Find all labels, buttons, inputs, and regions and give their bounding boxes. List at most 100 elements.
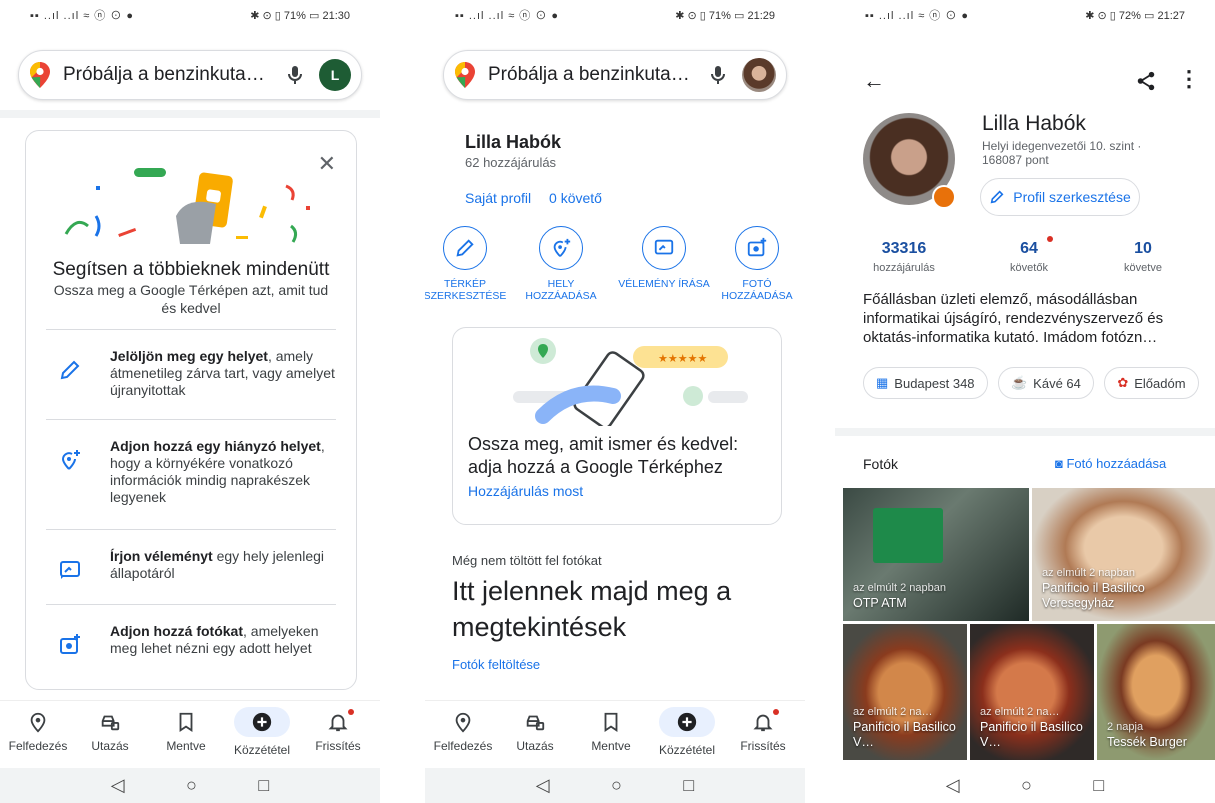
location-pin-icon: [30, 712, 46, 733]
photo-tile[interactable]: az elmúlt 2 na… Panificio il Basilico V…: [843, 624, 967, 760]
edit-pencil-icon: [456, 239, 474, 257]
account-avatar[interactable]: L: [319, 59, 351, 91]
account-avatar-photo[interactable]: [742, 58, 776, 92]
card-title: Segítsen a többieknek mindenütt: [52, 259, 330, 280]
more-options-icon[interactable]: ⋮: [1178, 66, 1200, 92]
photo-tile[interactable]: az elmúlt 2 napban OTP ATM: [843, 488, 1029, 621]
add-circle-icon: [677, 712, 697, 732]
chip-budapest[interactable]: ▦ Budapest 348: [863, 367, 988, 399]
search-bar[interactable]: Próbálja a benzinkuta… L: [18, 50, 362, 100]
recents-icon[interactable]: □: [683, 775, 694, 796]
nav-explore[interactable]: Felfedezés: [0, 711, 76, 753]
add-photo-link[interactable]: ◙ Fotó hozzáadása: [1055, 456, 1166, 471]
chip-performer[interactable]: ✿ Előadóm: [1104, 367, 1199, 399]
location-pin-icon: [455, 712, 471, 733]
followers-dot: [1047, 236, 1053, 242]
phone-profile-screen: ▪▪ ..ıl ..ıl ≈ ⓝ ⊙ ● ✱ ⊙ ▯ 71% ▭ 21:29 P…: [425, 0, 805, 803]
edit-pencil-icon: [60, 360, 80, 380]
local-guide-level: Helyi idegenvezetői 10. szint · 168087 p…: [982, 139, 1142, 167]
add-place-icon: [61, 450, 80, 470]
status-right: ✱ ⊙ ▯ 71% ▭ 21:29: [675, 9, 775, 22]
list-item-add-place[interactable]: Adjon hozzá egy hiányzó helyet, hogy a k…: [46, 419, 336, 529]
notification-dot: [773, 709, 779, 715]
own-profile-link[interactable]: Saját profil: [465, 190, 531, 206]
add-place-action[interactable]: HELY HOZZÁADÁSA: [513, 226, 609, 302]
review-icon: [60, 561, 80, 579]
maps-pin-icon: [30, 62, 50, 88]
edit-profile-button[interactable]: Profil szerkesztése: [980, 178, 1140, 216]
profile-name: Lilla Habók: [465, 132, 562, 152]
phone-public-profile-screen: ▪▪ ..ıl ..ıl ≈ ⓝ ⊙ ● ✱ ⊙ ▯ 72% ▭ 21:27 ←…: [835, 0, 1215, 803]
contribute-card: ✕ Segítsen a többieknek mindenütt Ossza …: [25, 130, 357, 690]
system-nav-bar: ◁ ○ □: [425, 768, 805, 803]
add-photo-icon: [60, 634, 80, 654]
search-placeholder[interactable]: Próbálja a benzinkuta…: [51, 64, 283, 86]
back-arrow-icon[interactable]: ←: [863, 68, 885, 94]
divider: [835, 428, 1215, 436]
contribute-now-link[interactable]: Hozzájárulás most: [468, 483, 583, 499]
views-placeholder-text: Itt jelennek majd meg a megtekintések: [452, 576, 732, 642]
add-photo-action[interactable]: FOTÓ HOZZÁADÁSA: [709, 226, 805, 302]
active-pill: [659, 707, 715, 737]
upload-photos-link[interactable]: Fotók feltöltése: [452, 657, 540, 672]
followers-link[interactable]: 0 követő: [549, 190, 602, 206]
svg-text:★★★★★: ★★★★★: [658, 352, 707, 365]
notification-dot: [348, 709, 354, 715]
photo-tile[interactable]: az elmúlt 2 napban Panificio il Basilico …: [1032, 488, 1215, 621]
microphone-icon[interactable]: [706, 63, 730, 87]
share-card: ★★★★★ Ossza meg, amit ismer és kedvel: a…: [452, 327, 782, 525]
home-icon[interactable]: ○: [1021, 775, 1032, 796]
microphone-icon[interactable]: [283, 63, 307, 87]
nav-contribute[interactable]: Közzététel: [649, 707, 725, 757]
back-icon[interactable]: ◁: [536, 775, 550, 796]
status-bar: ▪▪ ..ıl ..ıl ≈ ⓝ ⊙ ● ✱ ⊙ ▯ 72% ▭ 21:27: [835, 0, 1215, 30]
nav-travel[interactable]: Utazás: [497, 711, 573, 753]
stat-contributions[interactable]: 33316 hozzájárulás: [849, 240, 959, 274]
city-icon: ▦: [876, 375, 889, 390]
stat-followers[interactable]: 64 követők: [974, 240, 1084, 274]
divider: [0, 110, 380, 118]
write-review-action[interactable]: VÉLEMÉNY ÍRÁSA: [616, 226, 712, 290]
contribution-count: 62 hozzájárulás: [465, 155, 557, 170]
nav-contribute[interactable]: Közzététel: [224, 707, 300, 757]
list-item-add-photos[interactable]: Adjon hozzá fotókat, amelyeken meg lehet…: [46, 604, 336, 684]
profile-bio: Főállásban üzleti elemző, másodállásban …: [863, 291, 1164, 346]
nav-updates[interactable]: Frissítés: [300, 711, 376, 753]
back-icon[interactable]: ◁: [946, 775, 960, 796]
back-icon[interactable]: ◁: [111, 775, 125, 796]
status-bar: ▪▪ ..ıl ..ıl ≈ ⓝ ⊙ ● ✱ ⊙ ▯ 71% ▭ 21:29: [425, 0, 805, 30]
nav-saved[interactable]: Mentve: [148, 711, 224, 753]
bottom-navigation: Felfedezés Utazás Mentve Közzététel Fris…: [0, 700, 380, 768]
recents-icon[interactable]: □: [1093, 775, 1104, 796]
profile-links: Saját profil 0 követő: [465, 190, 616, 206]
list-item-mark-place[interactable]: Jelöljön meg egy helyet, amely átmenetil…: [46, 329, 336, 419]
share-icon[interactable]: [1135, 70, 1157, 92]
nav-travel[interactable]: Utazás: [72, 711, 148, 753]
photo-tile[interactable]: 2 napja Tessék Burger: [1097, 624, 1215, 760]
share-card-text: Ossza meg, amit ismer és kedvel: adja ho…: [468, 434, 739, 477]
chip-coffee[interactable]: ☕ Kávé 64: [997, 367, 1094, 399]
add-place-icon: [553, 238, 571, 257]
bell-icon: [328, 714, 348, 732]
nav-explore[interactable]: Felfedezés: [425, 711, 501, 753]
celebration-illustration: [64, 168, 310, 244]
photo-tile[interactable]: az elmúlt 2 na… Panificio il Basilico V…: [970, 624, 1094, 760]
car-icon: [101, 715, 120, 731]
bookmark-icon: [604, 712, 618, 732]
car-icon: [526, 715, 545, 731]
edit-map-action[interactable]: TÉRKÉP SZERKESZTÉSE: [425, 226, 513, 302]
phone-contribute-screen: ▪▪ ..ıl ..ıl ≈ ⓝ ⊙ ● ✱ ⊙ ▯ 71% ▭ 21:30 P…: [0, 0, 380, 803]
list-item-write-review[interactable]: Írjon véleményt egy hely jelenlegi állap…: [46, 529, 336, 604]
status-icons-left: ▪▪ ..ıl ..ıl ≈ ⓝ ⊙ ●: [865, 10, 970, 22]
nav-updates[interactable]: Frissítés: [725, 711, 801, 753]
top-toolbar: ← ⋮: [835, 60, 1215, 100]
status-right: ✱ ⊙ ▯ 71% ▭ 21:30: [250, 9, 350, 22]
home-icon[interactable]: ○: [186, 775, 197, 796]
home-icon[interactable]: ○: [611, 775, 622, 796]
search-bar[interactable]: Próbálja a benzinkuta…: [443, 50, 787, 100]
recents-icon[interactable]: □: [258, 775, 269, 796]
search-placeholder[interactable]: Próbálja a benzinkuta…: [476, 64, 706, 86]
stat-following[interactable]: 10 követve: [1088, 240, 1198, 274]
maps-pin-icon: [455, 62, 475, 88]
nav-saved[interactable]: Mentve: [573, 711, 649, 753]
